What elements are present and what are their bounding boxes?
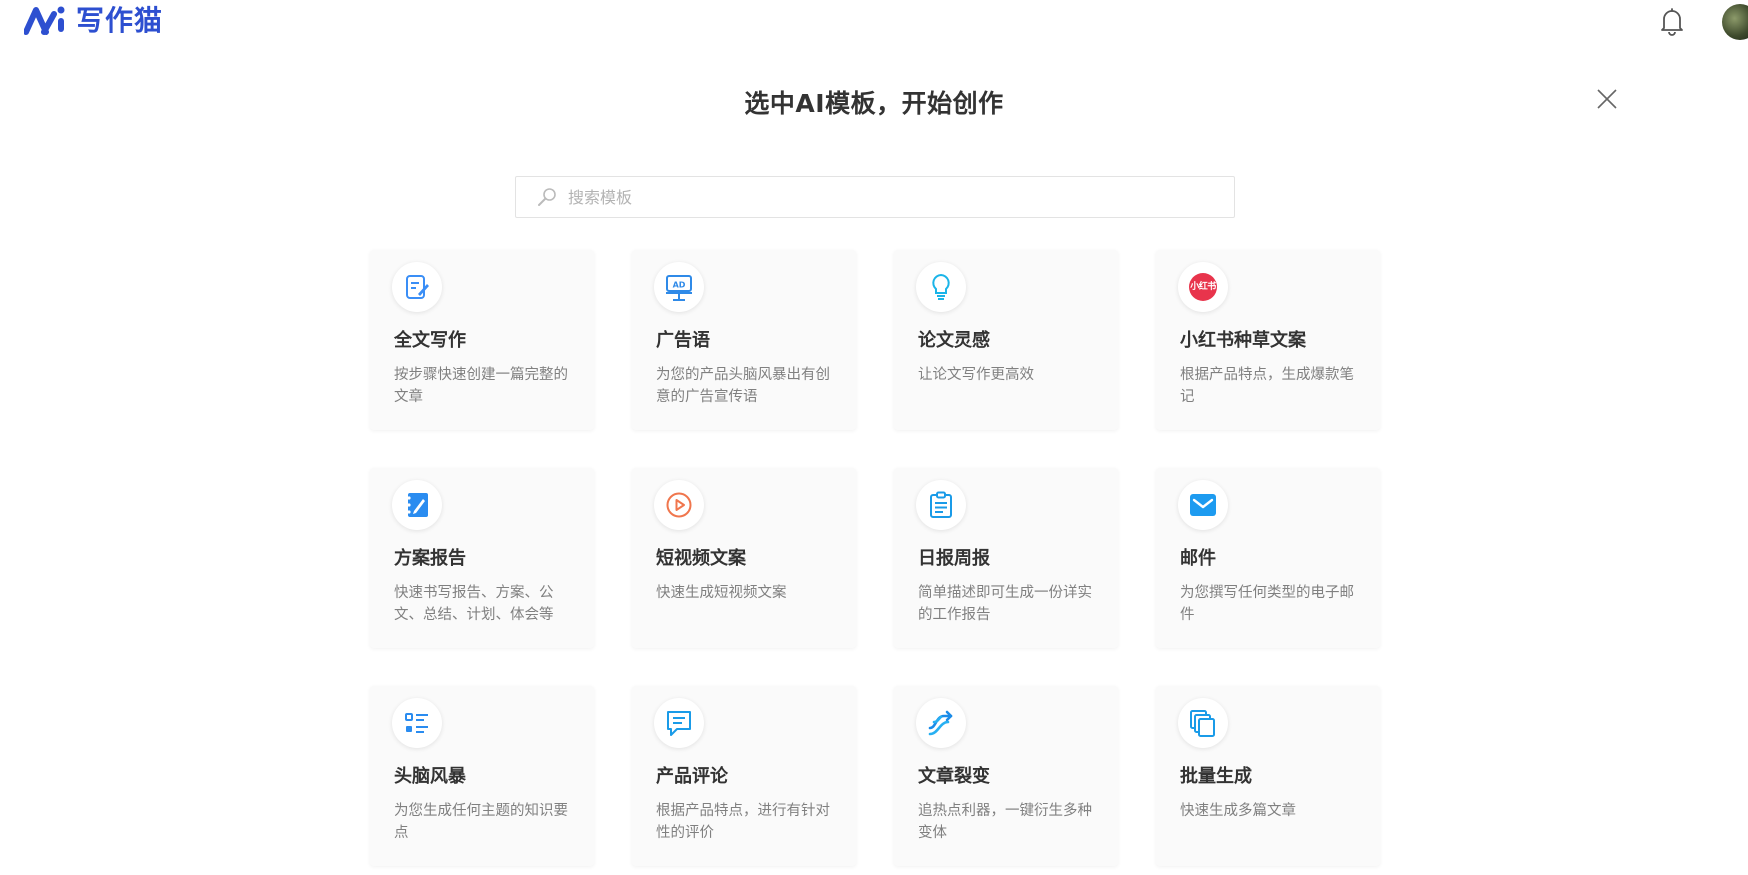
template-card-slogan[interactable]: AD 广告语 为您的产品头脑风暴出有创意的广告宣传语 [632,250,856,430]
app-logo[interactable]: 写作猫 [24,2,164,37]
ai-logo-icon [24,6,65,35]
dialog-title: 选中AI模板，开始创作 [744,89,1004,118]
ad-board-icon: AD [666,275,692,301]
card-title: 论文灵感 [918,330,990,351]
card-title: 邮件 [1180,548,1216,569]
template-card-batch-generate[interactable]: 批量生成 快速生成多篇文章 [1156,686,1380,866]
card-title: 小红书种草文案 [1180,330,1306,351]
card-description: 为您的产品头脑风暴出有创意的广告宣传语 [656,367,830,405]
card-title: 日报周报 [918,548,990,569]
template-card-full-writing[interactable]: 全文写作 按步骤快速创建一篇完整的文章 [370,250,594,430]
xiaohongshu-badge: 小红书 [1190,282,1216,292]
search-icon [538,188,556,206]
svg-text:AD: AD [673,281,686,290]
top-bar: 写作猫 [0,0,1748,40]
card-title: 全文写作 [394,330,466,351]
card-description: 快速生成多篇文章 [1180,803,1296,819]
template-card-daily-report[interactable]: 日报周报 简单描述即可生成一份详实的工作报告 [894,468,1118,648]
close-icon[interactable] [1596,88,1618,110]
card-icon-wrap [1178,480,1228,530]
card-icon-wrap: 小红书 [1178,262,1228,312]
card-title: 产品评论 [656,766,728,787]
card-title: 头脑风暴 [394,766,466,787]
split-arrows-icon [928,710,953,736]
card-description: 根据产品特点，生成爆款笔记 [1180,367,1354,405]
card-icon-wrap [392,262,442,312]
card-description: 简单描述即可生成一份详实的工作报告 [918,585,1092,623]
template-card-article-split[interactable]: 文章裂变 追热点利器，一键衍生多种变体 [894,686,1118,866]
template-card-short-video[interactable]: 短视频文案 快速生成短视频文案 [632,468,856,648]
card-description: 按步骤快速创建一篇完整的文章 [394,367,568,405]
card-icon-wrap [916,698,966,748]
card-icon-wrap [1178,698,1228,748]
list-icon [405,713,428,733]
card-icon-wrap [654,480,704,530]
template-card-brainstorm[interactable]: 头脑风暴 为您生成任何主题的知识要点 [370,686,594,866]
template-card-paper-inspiration[interactable]: 论文灵感 让论文写作更高效 [894,250,1118,430]
card-description: 追热点利器，一键衍生多种变体 [918,803,1092,841]
card-title: 广告语 [656,330,710,351]
avatar[interactable] [1722,4,1748,40]
card-title: 短视频文案 [656,548,746,569]
card-description: 快速书写报告、方案、公文、总结、计划、体会等 [394,585,554,623]
clipboard-icon [930,491,952,518]
card-description: 让论文写作更高效 [918,367,1034,383]
card-icon-wrap [916,262,966,312]
card-icon-wrap: AD [654,262,704,312]
play-circle-icon [666,492,692,518]
card-title: 方案报告 [394,548,466,569]
bell-icon[interactable] [1658,6,1686,36]
mail-icon [1190,494,1216,516]
copies-icon [1190,710,1215,737]
card-title: 文章裂变 [918,766,990,787]
card-icon-wrap [916,480,966,530]
lightbulb-icon [932,273,950,300]
card-description: 为您撰写任何类型的电子邮件 [1180,585,1354,623]
card-icon-wrap [392,480,442,530]
notebook-pen-icon [407,493,428,517]
template-card-email[interactable]: 邮件 为您撰写任何类型的电子邮件 [1156,468,1380,648]
card-description: 根据产品特点，进行有针对性的评价 [656,803,830,841]
edit-document-icon [406,275,429,299]
template-card-xiaohongshu[interactable]: 小红书 小红书种草文案 根据产品特点，生成爆款笔记 [1156,250,1380,430]
card-icon-wrap [392,698,442,748]
card-title: 批量生成 [1180,766,1252,787]
card-description: 快速生成短视频文案 [656,585,787,601]
template-card-product-review[interactable]: 产品评论 根据产品特点，进行有针对性的评价 [632,686,856,866]
card-icon-wrap [654,698,704,748]
app-name: 写作猫 [76,4,164,37]
search-box [515,176,1235,218]
comment-icon [667,711,691,736]
template-card-report[interactable]: 方案报告 快速书写报告、方案、公文、总结、计划、体会等 [370,468,594,648]
search-input[interactable] [568,187,1208,207]
card-description: 为您生成任何主题的知识要点 [394,803,568,841]
